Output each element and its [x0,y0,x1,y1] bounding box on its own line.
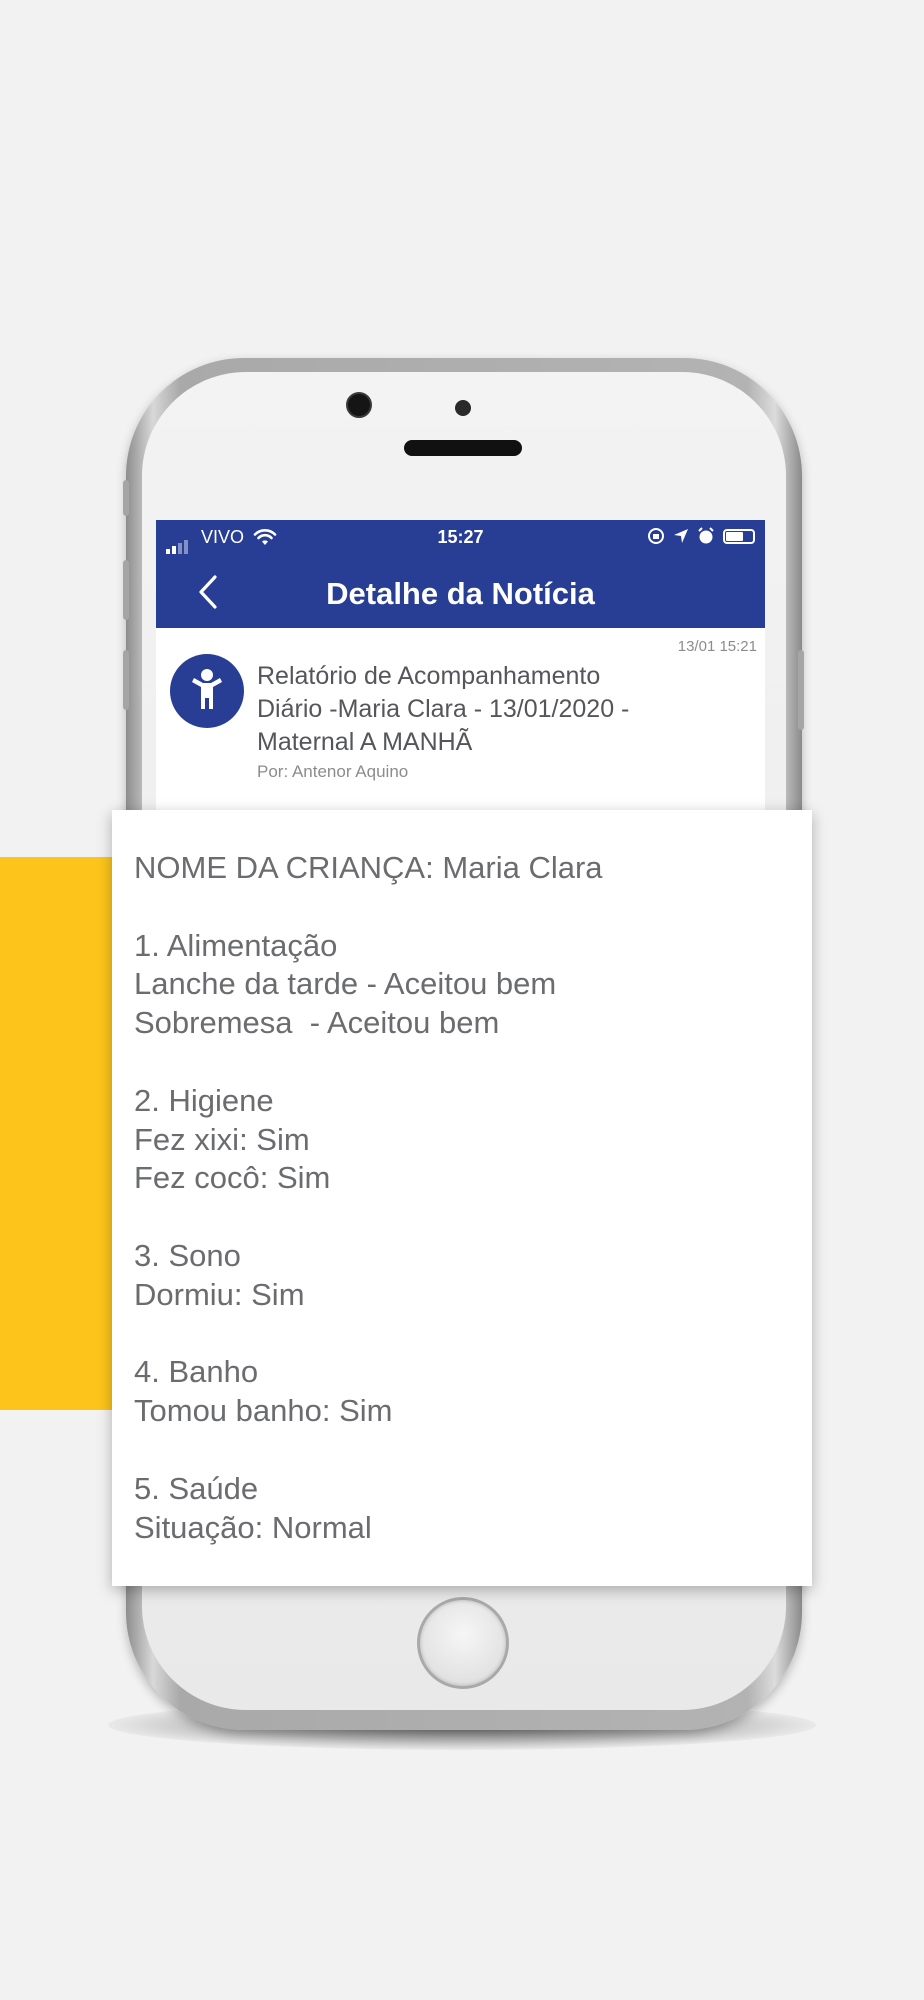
section-heading-bath: 4. Banho [134,1354,259,1390]
proximity-sensor [455,400,471,416]
child-icon [192,669,222,709]
earpiece-speaker [404,440,522,456]
phone-power-button [798,650,804,730]
phone-volume-up-button [123,560,129,620]
section-item: Fez xixi: Sim [134,1121,310,1157]
news-timestamp: 13/01 15:21 [677,638,757,655]
section-item: Situação: Normal [134,1509,372,1545]
location-icon [674,529,688,543]
section-item: Tomou banho: Sim [134,1393,393,1429]
report-card: NOME DA CRIANÇA: Maria Clara 1. Alimenta… [112,810,812,1586]
phone-mute-switch [123,480,129,516]
phone-volume-down-button [123,650,129,710]
section-heading-health: 5. Saúde [134,1470,259,1506]
news-title-line: Diário -Maria Clara - 13/01/2020 - [257,695,630,723]
section-item: Fez cocô: Sim [134,1160,331,1196]
front-camera [346,392,372,418]
news-author: Por: Antenor Aquino [257,762,409,781]
status-bar: VIVO 15:27 [156,520,765,556]
page-title: Detalhe da Notícia [326,576,595,611]
section-item: Lanche da tarde - Aceitou bem [134,966,557,1002]
section-item: Sobremesa - Aceitou bem [134,1005,500,1041]
section-heading-sleep: 3. Sono [134,1237,241,1273]
section-heading-hygiene: 2. Higiene [134,1082,274,1118]
navigation-bar: Detalhe da Notícia [156,556,765,628]
news-title[interactable]: Relatório de Acompanhamento Diário -Mari… [257,660,737,759]
news-title-line: Relatório de Acompanhamento [257,662,601,690]
avatar [170,654,244,728]
child-name: NOME DA CRIANÇA: Maria Clara [134,850,603,885]
news-title-line: Maternal A MANHÃ [257,728,473,756]
alarm-icon [698,527,714,544]
battery-icon [723,528,755,544]
phone-screen: VIVO 15:27 Detalhe da Notícia 13/01 15:2… [156,520,765,810]
section-item: Dormiu: Sim [134,1276,305,1312]
section-heading-feeding: 1. Alimentação [134,927,338,963]
home-button[interactable] [417,1597,509,1689]
orientation-lock-icon [648,528,664,544]
status-icons [647,527,755,545]
yellow-accent-band [0,857,112,1410]
